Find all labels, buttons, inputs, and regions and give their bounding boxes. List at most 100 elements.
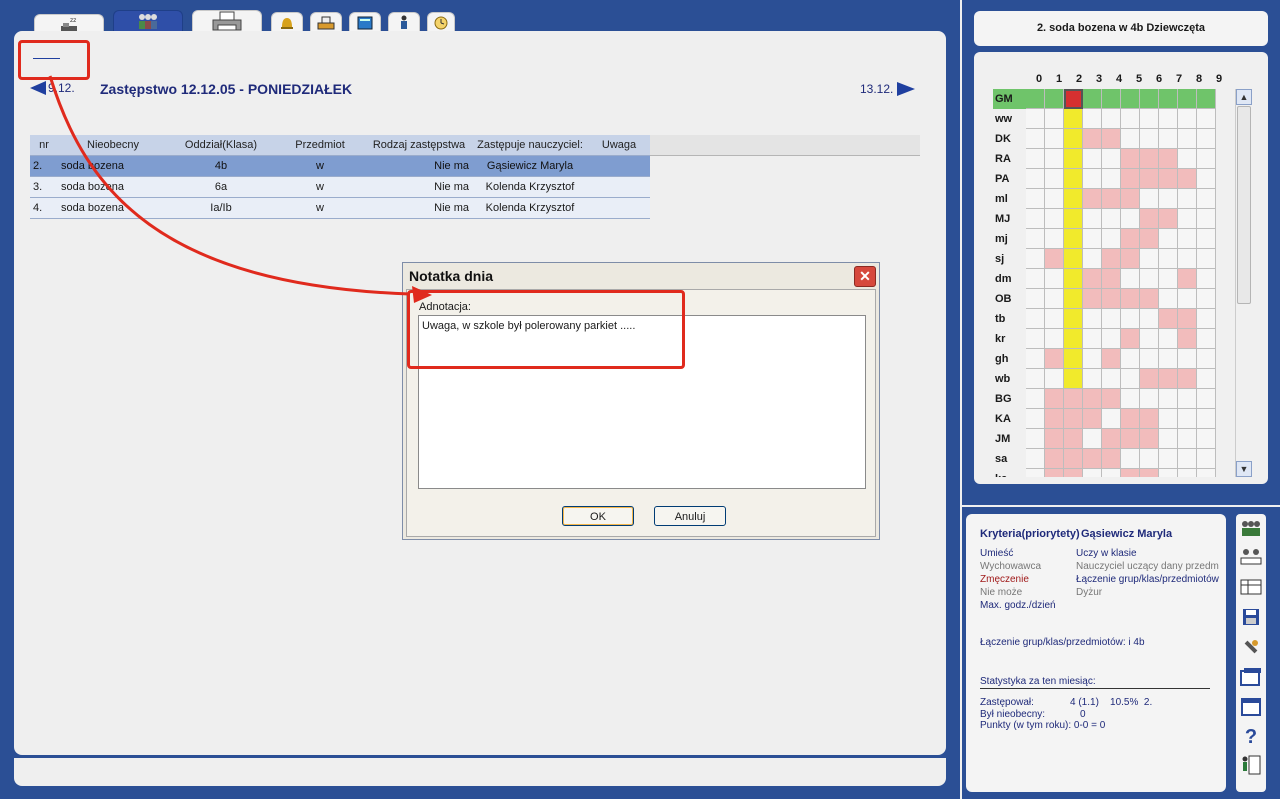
grid-cell[interactable] <box>1140 349 1159 369</box>
grid-cell[interactable] <box>1026 329 1045 349</box>
grid-cell[interactable] <box>1045 169 1064 189</box>
grid-cell[interactable] <box>1197 409 1216 429</box>
grid-cell[interactable] <box>1121 469 1140 477</box>
grid-cell[interactable] <box>1178 469 1197 477</box>
grid-cell[interactable] <box>1197 189 1216 209</box>
grid-cell[interactable] <box>1064 189 1083 209</box>
grid-cell[interactable] <box>1064 149 1083 169</box>
grid-cell[interactable] <box>1064 429 1083 449</box>
grid-cell[interactable] <box>1045 329 1064 349</box>
grid-cell[interactable] <box>1197 349 1216 369</box>
grid-cell[interactable] <box>1045 389 1064 409</box>
grid-cell[interactable] <box>1121 309 1140 329</box>
grid-cell[interactable] <box>1140 149 1159 169</box>
grid-cell[interactable] <box>1197 149 1216 169</box>
grid-scrollbar[interactable]: ▲ ▼ <box>1235 89 1252 477</box>
grid-cell[interactable] <box>1159 329 1178 349</box>
grid-cell[interactable] <box>1026 129 1045 149</box>
grid-cell[interactable] <box>1064 309 1083 329</box>
crit-max-hours[interactable]: Max. godz./dzień <box>980 600 1056 611</box>
grid-cell[interactable] <box>1178 329 1197 349</box>
grid-cell[interactable] <box>1159 169 1178 189</box>
grid-cell[interactable] <box>1045 149 1064 169</box>
crit-cannot[interactable]: Nie może <box>980 587 1022 598</box>
grid-cell[interactable] <box>1102 469 1121 477</box>
grid-cell[interactable] <box>1197 329 1216 349</box>
scroll-up-icon[interactable]: ▲ <box>1236 89 1252 105</box>
grid-cell[interactable] <box>1102 109 1121 129</box>
grid-cell[interactable] <box>1102 89 1121 109</box>
grid-cell[interactable] <box>1197 269 1216 289</box>
grid-cell[interactable] <box>1140 249 1159 269</box>
grid-row[interactable]: ka <box>993 469 1234 477</box>
grid-cell[interactable] <box>1083 249 1102 269</box>
grid-cell[interactable] <box>1178 89 1197 109</box>
grid-cell[interactable] <box>1083 309 1102 329</box>
grid-row[interactable]: JM <box>993 429 1234 449</box>
grid-row[interactable]: gh <box>993 349 1234 369</box>
grid-cell[interactable] <box>1178 309 1197 329</box>
table-button[interactable] <box>1240 576 1262 598</box>
grid-cell[interactable] <box>1064 349 1083 369</box>
grid-row[interactable]: OB <box>993 289 1234 309</box>
grid-cell[interactable] <box>1159 149 1178 169</box>
grid-cell[interactable] <box>1083 369 1102 389</box>
grid-cell[interactable] <box>1064 469 1083 477</box>
scroll-down-icon[interactable]: ▼ <box>1236 461 1252 477</box>
grid-cell[interactable] <box>1045 89 1064 109</box>
help-button[interactable]: ? <box>1240 726 1262 748</box>
grid-row[interactable]: sa <box>993 449 1234 469</box>
grid-cell[interactable] <box>1102 329 1121 349</box>
grid-cell[interactable] <box>1178 249 1197 269</box>
grid-cell[interactable] <box>1121 249 1140 269</box>
grid-cell[interactable] <box>1197 389 1216 409</box>
grid-cell[interactable] <box>1083 109 1102 129</box>
grid-row[interactable]: kr <box>993 329 1234 349</box>
grid-cell[interactable] <box>1026 169 1045 189</box>
grid-cell[interactable] <box>1121 369 1140 389</box>
grid-cell[interactable] <box>1083 469 1102 477</box>
grid-cell[interactable] <box>1197 369 1216 389</box>
grid-cell[interactable] <box>1064 209 1083 229</box>
grid-cell[interactable] <box>1083 269 1102 289</box>
group-button[interactable] <box>1240 518 1262 540</box>
grid-cell[interactable] <box>1083 189 1102 209</box>
grid-cell[interactable] <box>1197 229 1216 249</box>
grid-cell[interactable] <box>1140 429 1159 449</box>
grid-cell[interactable] <box>1197 289 1216 309</box>
grid-cell[interactable] <box>1121 449 1140 469</box>
grid-cell[interactable] <box>1083 389 1102 409</box>
grid-cell[interactable] <box>1140 109 1159 129</box>
grid-cell[interactable] <box>1045 309 1064 329</box>
grid-cell[interactable] <box>1026 269 1045 289</box>
grid-cell[interactable] <box>1121 109 1140 129</box>
grid-cell[interactable] <box>1102 389 1121 409</box>
grid-row[interactable]: sj <box>993 249 1234 269</box>
grid-cell[interactable] <box>1102 189 1121 209</box>
grid-cell[interactable] <box>1045 429 1064 449</box>
frame-button[interactable] <box>1240 696 1262 718</box>
grid-cell[interactable] <box>1102 409 1121 429</box>
grid-cell[interactable] <box>1159 89 1178 109</box>
grid-cell[interactable] <box>1159 269 1178 289</box>
grid-row[interactable]: PA <box>993 169 1234 189</box>
grid-cell[interactable] <box>1083 129 1102 149</box>
grid-cell[interactable] <box>1102 349 1121 369</box>
grid-cell[interactable] <box>1197 169 1216 189</box>
grid-cell[interactable] <box>1140 189 1159 209</box>
grid-cell[interactable] <box>1140 469 1159 477</box>
grid-cell[interactable] <box>1064 289 1083 309</box>
grid-cell[interactable] <box>1026 289 1045 309</box>
grid-cell[interactable] <box>1197 209 1216 229</box>
grid-cell[interactable] <box>1045 189 1064 209</box>
grid-cell[interactable] <box>1026 209 1045 229</box>
grid-cell[interactable] <box>1026 249 1045 269</box>
class-button[interactable] <box>1240 546 1262 568</box>
grid-cell[interactable] <box>1064 249 1083 269</box>
grid-cell[interactable] <box>1121 349 1140 369</box>
grid-cell[interactable] <box>1178 389 1197 409</box>
grid-row[interactable]: ww <box>993 109 1234 129</box>
grid-cell[interactable] <box>1045 409 1064 429</box>
grid-cell[interactable] <box>1045 449 1064 469</box>
grid-cell[interactable] <box>1083 169 1102 189</box>
